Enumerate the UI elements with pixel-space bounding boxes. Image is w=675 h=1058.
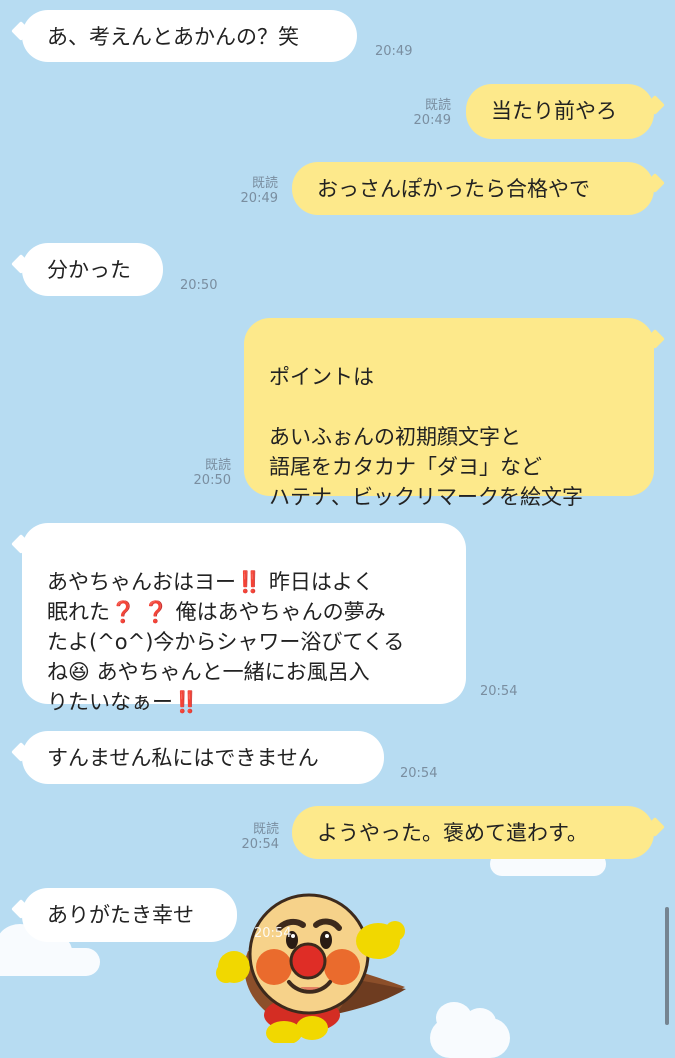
message-time: 20:54 [241,837,279,852]
message-text: ありがたき幸せ [47,903,194,927]
message-bubble-outgoing[interactable]: 当たり前やろ [466,84,654,139]
message-text: あやちゃんおはヨー‼️ 昨日はよく 眠れた❓ ❓ 俺はあやちゃんの夢み たよ(^… [47,570,405,714]
message-time: 20:49 [375,44,413,59]
message-time: 20:54 [400,766,438,781]
message-text: ポイントは あいふぉんの初期顔文字と 語尾をカタカナ「ダヨ」など ハテナ、ビック… [269,365,583,509]
message-text: おっさんぽかったら合格やで [317,177,590,201]
message-text: 分かった [47,258,131,282]
message-text: ようやった。褒めて遣わす。 [317,821,588,845]
message-time: 20:50 [193,473,231,488]
message-time: 20:49 [240,191,278,206]
anpanman-sticker[interactable] [182,883,422,1045]
message-bubble-outgoing[interactable]: おっさんぽかったら合格やで [292,162,654,215]
cloud-decoration [430,1002,510,1058]
read-receipt: 既読 [252,822,279,837]
message-bubble-outgoing[interactable]: ようやった。褒めて遣わす。 [292,806,654,859]
anpanman-sticker-icon [216,893,406,1045]
message-time: 20:54 [480,684,518,699]
message-text: 当たり前やろ [491,99,617,123]
message-text: すんません私にはできません [47,746,319,770]
message-meta: 既読 20:54 [237,822,279,852]
read-receipt: 既読 [251,176,278,191]
scrollbar[interactable] [665,907,669,1025]
cloud-decoration [0,924,100,976]
read-receipt: 既読 [204,458,231,473]
message-time: 20:50 [180,278,218,293]
read-receipt: 既読 [424,98,451,113]
message-bubble-outgoing[interactable]: ポイントは あいふぉんの初期顔文字と 語尾をカタカナ「ダヨ」など ハテナ、ビック… [244,318,654,509]
message-meta: 既読 20:49 [409,98,451,128]
message-bubble-incoming[interactable]: すんません私にはできません [22,731,384,784]
message-bubble-incoming[interactable]: あやちゃんおはヨー‼️ 昨日はよく 眠れた❓ ❓ 俺はあやちゃんの夢み たよ(^… [22,523,466,714]
message-meta: 既読 20:49 [236,176,278,206]
sticker-time: 20:54 [254,926,292,941]
message-bubble-incoming[interactable]: 分かった [22,243,163,296]
message-time: 20:49 [413,113,451,128]
message-meta: 既読 20:50 [189,458,231,488]
message-text: あ、考えんとあかんの？笑 [47,25,299,49]
message-bubble-incoming[interactable]: あ、考えんとあかんの？笑 [22,10,357,62]
